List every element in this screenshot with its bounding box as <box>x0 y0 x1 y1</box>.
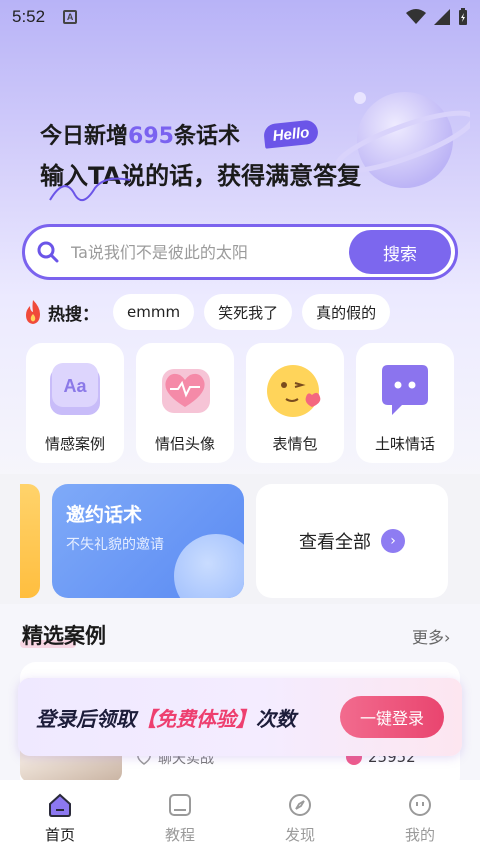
chat-bubble-icon <box>382 365 428 415</box>
category-label: 情侣头像 <box>154 435 215 453</box>
invite-card-subtitle: 不失礼貌的邀请 <box>66 537 164 553</box>
more-link[interactable]: 更多› <box>412 624 450 648</box>
hot-search-label: 热搜： <box>48 304 99 325</box>
category-sticker[interactable]: 表情包 <box>246 343 344 463</box>
category-grid: Aa 情感案例 情侣头像 表情包 土味情话 <box>26 343 454 463</box>
login-text-prefix: 登录后领取 <box>36 707 136 731</box>
smile-face-icon <box>409 794 431 816</box>
category-couple-avatar[interactable]: 情侣头像 <box>136 343 234 463</box>
previous-card-edge[interactable] <box>20 484 40 598</box>
featured-section-title: 精选案例 <box>22 624 106 648</box>
view-all-card[interactable]: 查看全部 › <box>256 484 448 598</box>
nav-label: 发现 <box>284 826 315 844</box>
status-time: 5:52 <box>12 7 46 26</box>
status-bar: 5:52 A <box>0 0 480 34</box>
headline-number: 695 <box>128 124 174 149</box>
smile-bubble-icon <box>174 534 244 598</box>
nav-label: 我的 <box>404 826 435 844</box>
search-input[interactable] <box>71 242 349 262</box>
category-label: 土味情话 <box>374 435 435 453</box>
nav-label: 教程 <box>164 826 195 844</box>
one-click-login-button[interactable]: 一键登录 <box>340 696 444 738</box>
invite-card-title: 邀约话术 <box>66 504 143 526</box>
nav-label: 首页 <box>44 826 75 844</box>
headline-suffix: 条话术 <box>173 124 240 149</box>
compass-icon <box>289 794 311 816</box>
hot-search-chip[interactable]: emmm <box>113 294 195 330</box>
fire-icon <box>26 300 40 324</box>
login-promo-text: 登录后领取【免费体验】次数 <box>36 703 296 732</box>
bottom-navigation: 首页 教程 发现 我的 <box>0 780 480 853</box>
invite-lines-card[interactable]: 邀约话术 不失礼貌的邀请 <box>52 484 244 598</box>
book-icon <box>169 794 191 816</box>
chevron-right-icon: › <box>381 529 405 553</box>
battery-icon <box>459 8 467 25</box>
category-label: 情感案例 <box>44 435 105 453</box>
view-all-label: 查看全部 <box>299 532 371 553</box>
svg-text:Aa: Aa <box>63 376 87 396</box>
category-cheesy-lines[interactable]: 土味情话 <box>356 343 454 463</box>
nav-item-profile[interactable]: 我的 <box>380 792 460 845</box>
notification-a-icon: A <box>63 10 78 24</box>
hot-search-chip[interactable]: 笑死我了 <box>204 294 293 330</box>
headline-prefix: 今日新增 <box>40 124 129 149</box>
heart-icon <box>162 369 210 413</box>
scribble-decoration <box>49 177 131 202</box>
login-text-highlight: 【免费体验】 <box>136 707 256 731</box>
hot-search-row: 热搜： emmm 笑死我了 真的假的 <box>22 294 400 330</box>
search-button[interactable]: 搜索 <box>349 230 451 274</box>
category-emotion-cases[interactable]: Aa 情感案例 <box>26 343 124 463</box>
wifi-icon <box>406 9 426 24</box>
aa-icon: Aa <box>50 363 100 415</box>
emoji-icon <box>267 365 321 417</box>
search-icon <box>37 241 59 263</box>
search-bar: 搜索 <box>22 224 458 280</box>
daily-count-headline: 今日新增695条话术 <box>40 118 240 150</box>
category-label: 表情包 <box>272 435 318 453</box>
nav-item-tutorial[interactable]: 教程 <box>140 792 220 845</box>
hot-search-chip[interactable]: 真的假的 <box>302 294 391 330</box>
home-icon <box>49 793 71 817</box>
login-text-suffix: 次数 <box>256 707 296 731</box>
nav-item-home[interactable]: 首页 <box>20 792 100 845</box>
signal-icon <box>434 9 450 25</box>
nav-item-discover[interactable]: 发现 <box>260 792 340 845</box>
